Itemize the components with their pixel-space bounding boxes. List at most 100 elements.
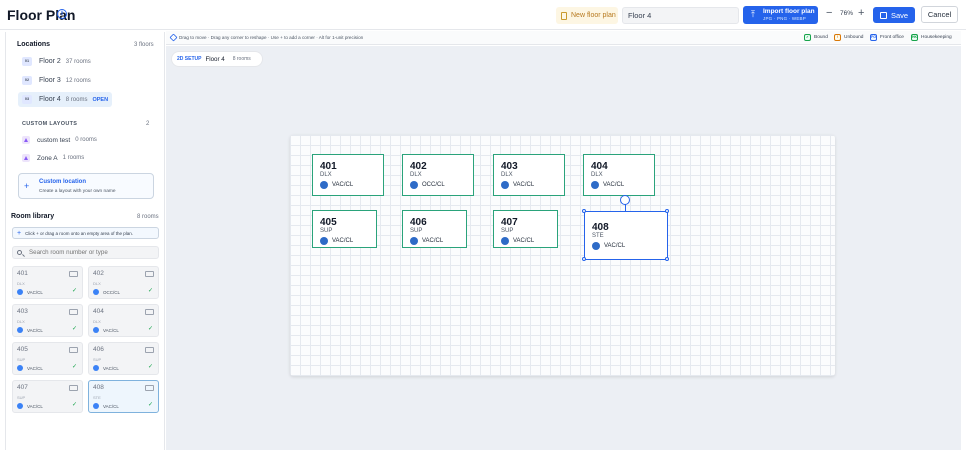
- status-text: VAC/CL: [332, 238, 354, 244]
- location-name: Floor 3: [39, 77, 61, 84]
- layout-name: Zone A: [37, 154, 58, 162]
- room-number: 405: [17, 346, 28, 353]
- room-tile[interactable]: 405 SUP VAC/CL: [312, 210, 377, 248]
- status-icon: [410, 181, 418, 189]
- zoom-out-button[interactable]: −: [826, 8, 832, 19]
- library-room-card[interactable]: 407 SUP VAC/CL ✓: [12, 380, 83, 413]
- room-status: VAC/CL: [501, 237, 534, 245]
- status-text: VAC/CL: [513, 182, 535, 188]
- library-room-card[interactable]: 401 DLX VAC/CL ✓: [12, 266, 83, 299]
- room-status: VAC/CL: [17, 403, 43, 409]
- room-tile[interactable]: 401 DLX VAC/CL: [312, 154, 384, 196]
- import-floor-plan-button[interactable]: ⤒ Import floor plan JPG · PNG · WEBP: [743, 6, 818, 24]
- plus-icon: +: [24, 181, 30, 191]
- library-room-card[interactable]: 405 SUP VAC/CL ✓: [12, 342, 83, 375]
- rotate-handle[interactable]: [620, 195, 630, 205]
- location-floor-2[interactable]: 01 Floor 2 37 rooms: [18, 54, 152, 69]
- room-tile-selected[interactable]: 408 STE VAC/CL: [584, 211, 668, 260]
- custom-location-button[interactable]: + Custom location Create a layout with y…: [18, 173, 154, 199]
- room-status: VAC/CL: [410, 237, 443, 245]
- room-tile[interactable]: 407 SUP VAC/CL: [493, 210, 558, 248]
- floor-plan-canvas[interactable]: 2D SETUP Floor 4 8 rooms 401 DLX VAC/CL …: [166, 46, 961, 450]
- setup-floor-rooms: 8 rooms: [232, 56, 251, 62]
- resize-handle-top-left[interactable]: [582, 209, 586, 213]
- check-icon: ✓: [72, 402, 78, 408]
- rotate-connector: [625, 204, 626, 211]
- room-tile[interactable]: 404 DLX VAC/CL: [583, 154, 655, 196]
- floor-plan-board[interactable]: 401 DLX VAC/CL 402 DLX OCC/CL 403 DLX VA…: [290, 135, 835, 376]
- location-name: Floor 4: [39, 96, 61, 103]
- room-status: VAC/CL: [17, 365, 43, 371]
- legend-front-office: FO Front office: [870, 34, 904, 41]
- status-text: VAC/CL: [103, 327, 119, 333]
- room-number: 403: [17, 308, 28, 315]
- floor-name-input[interactable]: [622, 7, 739, 24]
- room-type: STE: [592, 233, 604, 239]
- check-icon: ✓: [148, 402, 154, 408]
- library-room-card[interactable]: 402 DLX OCC/CL ✓: [88, 266, 159, 299]
- move-icon: [169, 33, 178, 42]
- room-status: VAC/CL: [320, 237, 353, 245]
- room-type: SUP: [17, 357, 26, 362]
- housekeeping-icon: HK: [911, 34, 918, 41]
- cancel-button[interactable]: Cancel: [921, 6, 958, 23]
- status-text: VAC/CL: [27, 327, 43, 333]
- floor-badge: 01: [22, 57, 32, 66]
- status-icon: [592, 242, 600, 250]
- location-name: Floor 2: [39, 58, 61, 65]
- room-search-input[interactable]: [12, 246, 159, 259]
- status-icon: [17, 365, 23, 371]
- room-number: 406: [93, 346, 104, 353]
- save-button[interactable]: Save: [873, 7, 915, 23]
- library-hint: + Click + or drag a room onto an empty a…: [12, 227, 159, 239]
- room-status: VAC/CL: [17, 289, 43, 295]
- resize-handle-top-right[interactable]: [665, 209, 669, 213]
- status-icon: [17, 327, 23, 333]
- room-library-grid: 401 DLX VAC/CL ✓ 402 DLX OCC/CL ✓ 403 DL…: [12, 266, 160, 413]
- library-room-card[interactable]: 408 STE VAC/CL ✓: [88, 380, 159, 413]
- zoom-in-button[interactable]: +: [858, 8, 864, 19]
- custom-layout-item[interactable]: Zone A 1 rooms: [22, 154, 84, 162]
- unbound-icon: !: [834, 34, 841, 41]
- legend-bound: ✓ Bound: [804, 34, 828, 41]
- room-type: DLX: [17, 281, 25, 286]
- room-type: DLX: [591, 172, 603, 178]
- room-library-count: 8 rooms: [137, 214, 159, 220]
- floor-badge: 02: [22, 76, 32, 85]
- library-room-card[interactable]: 406 SUP VAC/CL ✓: [88, 342, 159, 375]
- zoom-level: 76%: [840, 10, 854, 17]
- legend-housekeeping: HK Housekeeping: [911, 34, 952, 41]
- library-room-card[interactable]: 403 DLX VAC/CL ✓: [12, 304, 83, 337]
- layout-name: custom test: [37, 136, 71, 144]
- import-label: Import floor plan: [763, 8, 815, 15]
- import-formats: JPG · PNG · WEBP: [763, 16, 806, 21]
- status-text: VAC/CL: [27, 365, 43, 371]
- room-type: SUP: [17, 395, 26, 400]
- location-floor-3[interactable]: 02 Floor 3 12 rooms: [18, 73, 152, 88]
- status-icon: [501, 181, 509, 189]
- locations-title: Locations: [17, 41, 51, 48]
- library-room-card[interactable]: 404 DLX VAC/CL ✓: [88, 304, 159, 337]
- room-tile[interactable]: 403 DLX VAC/CL: [493, 154, 565, 196]
- room-type: DLX: [410, 172, 422, 178]
- front-office-icon: FO: [870, 34, 877, 41]
- room-status: VAC/CL: [501, 181, 534, 189]
- status-icon: [93, 365, 99, 371]
- room-type: SUP: [320, 228, 333, 234]
- status-icon: [410, 237, 418, 245]
- location-rooms: 12 rooms: [65, 77, 91, 84]
- info-icon[interactable]: i: [57, 9, 67, 19]
- new-floor-plan-button[interactable]: New floor plan: [556, 7, 618, 24]
- room-tile[interactable]: 406 SUP VAC/CL: [402, 210, 467, 248]
- resize-handle-bottom-left[interactable]: [582, 257, 586, 261]
- status-text: OCC/CL: [103, 289, 121, 295]
- resize-handle-bottom-right[interactable]: [665, 257, 669, 261]
- room-tile[interactable]: 402 DLX OCC/CL: [402, 154, 474, 196]
- room-type: DLX: [501, 172, 513, 178]
- location-floor-4[interactable]: 03 Floor 4 8 rooms OPEN: [18, 92, 112, 107]
- status-icon: [93, 403, 99, 409]
- bed-icon: [145, 347, 154, 353]
- custom-layout-item[interactable]: custom test 0 rooms: [22, 136, 97, 144]
- setup-floor-name: Floor 4: [205, 55, 225, 63]
- room-number: 401: [320, 161, 337, 172]
